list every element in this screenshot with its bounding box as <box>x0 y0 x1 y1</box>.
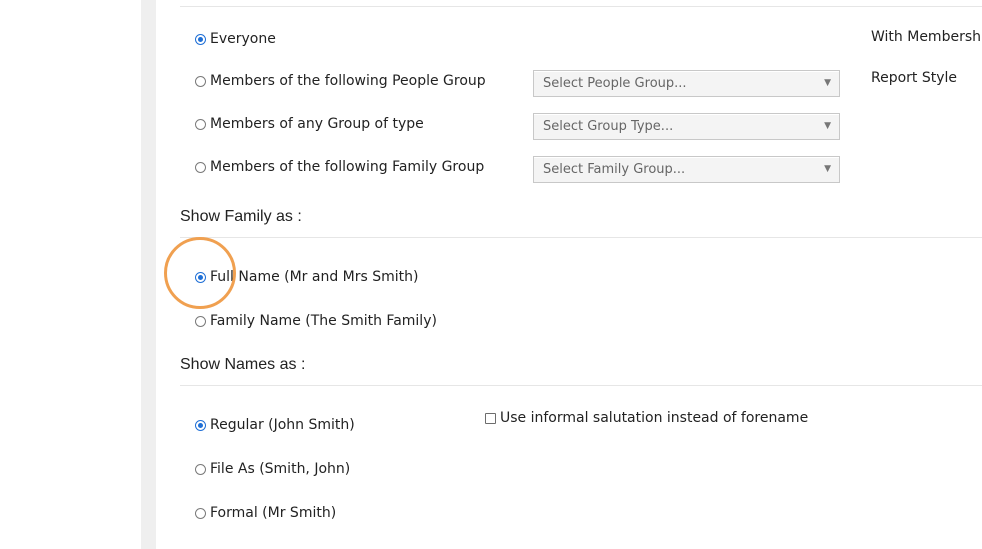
divider-show-names <box>180 385 982 386</box>
radio-people-group-label: Members of the following People Group <box>210 73 486 89</box>
divider-show-family <box>180 237 982 238</box>
radio-formal-circle[interactable] <box>195 507 206 519</box>
radio-formal-label: Formal (Mr Smith) <box>210 505 337 521</box>
radio-everyone[interactable]: Everyone <box>195 31 276 47</box>
left-gutter <box>0 0 141 549</box>
radio-regular-label: Regular (John Smith) <box>210 417 355 433</box>
radio-everyone-label: Everyone <box>210 31 276 47</box>
radio-people-group-circle[interactable] <box>195 75 206 87</box>
radio-regular[interactable]: Regular (John Smith) <box>195 417 355 433</box>
divider-top <box>180 6 982 7</box>
radio-family-name-circle[interactable] <box>195 315 206 327</box>
radio-full-name[interactable]: Full Name (Mr and Mrs Smith) <box>195 269 419 285</box>
radio-full-name-circle[interactable] <box>195 271 206 283</box>
radio-group-type[interactable]: Members of any Group of type <box>195 116 424 132</box>
chevron-down-icon: ▼ <box>824 121 831 131</box>
radio-family-group-label: Members of the following Family Group <box>210 159 485 175</box>
radio-file-as-label: File As (Smith, John) <box>210 461 351 477</box>
radio-file-as[interactable]: File As (Smith, John) <box>195 461 350 477</box>
radio-group-type-label: Members of any Group of type <box>210 116 424 132</box>
report-style-label: Report Style <box>871 70 958 86</box>
radio-people-group[interactable]: Members of the following People Group <box>195 73 486 89</box>
group-type-select-value: Select Group Type... <box>543 119 674 134</box>
radio-group-type-circle[interactable] <box>195 118 206 130</box>
group-type-select[interactable]: Select Group Type... ▼ <box>533 113 840 140</box>
radio-family-group-circle[interactable] <box>195 161 206 173</box>
informal-salutation-label: Use informal salutation instead of foren… <box>500 410 809 426</box>
informal-salutation-checkbox[interactable] <box>485 412 496 424</box>
radio-family-group[interactable]: Members of the following Family Group <box>195 159 484 175</box>
radio-full-name-label: Full Name (Mr and Mrs Smith) <box>210 269 419 285</box>
radio-family-name[interactable]: Family Name (The Smith Family) <box>195 313 437 329</box>
radio-regular-circle[interactable] <box>195 419 206 431</box>
family-group-select-value: Select Family Group... <box>543 162 686 177</box>
chevron-down-icon: ▼ <box>824 164 831 174</box>
show-family-title: Show Family as : <box>180 208 302 225</box>
show-names-title: Show Names as : <box>180 356 306 373</box>
radio-file-as-circle[interactable] <box>195 463 206 475</box>
radio-everyone-circle[interactable] <box>195 33 206 45</box>
left-rail <box>141 0 156 549</box>
with-membership-label: With Membership <box>871 29 982 45</box>
people-group-select-value: Select People Group... <box>543 76 687 91</box>
radio-family-name-label: Family Name (The Smith Family) <box>210 313 437 329</box>
family-group-select[interactable]: Select Family Group... ▼ <box>533 156 840 183</box>
radio-formal[interactable]: Formal (Mr Smith) <box>195 505 336 521</box>
informal-salutation-option[interactable]: Use informal salutation instead of foren… <box>485 410 808 426</box>
people-group-select[interactable]: Select People Group... ▼ <box>533 70 840 97</box>
chevron-down-icon: ▼ <box>824 78 831 88</box>
